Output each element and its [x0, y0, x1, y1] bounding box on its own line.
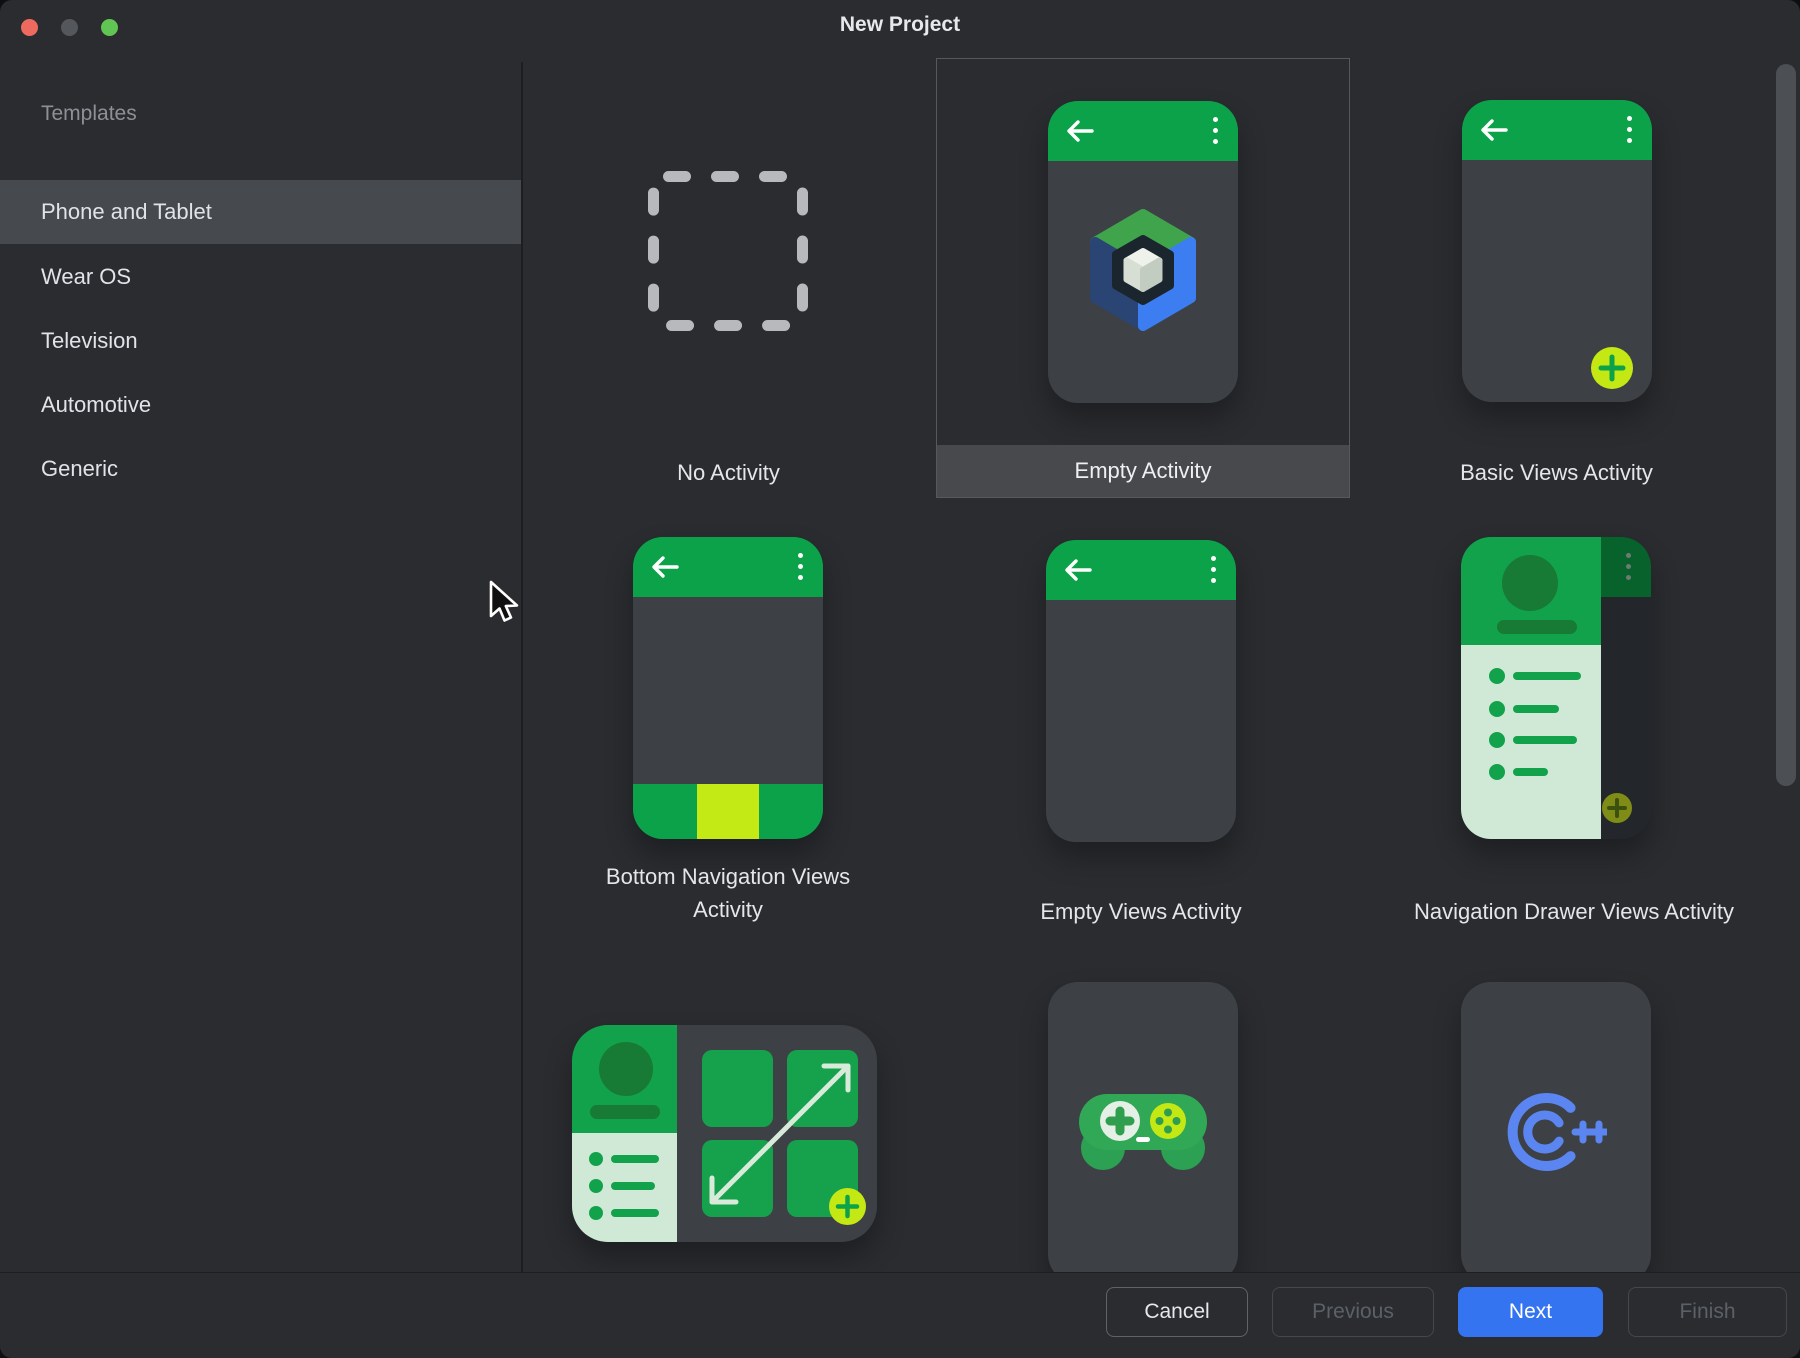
selected-template-label: Empty Activity: [937, 445, 1349, 497]
templates-header: Templates: [41, 102, 137, 126]
fab-plus-icon: [829, 1188, 866, 1225]
mouse-cursor-icon: [487, 580, 525, 624]
sidebar-divider: [521, 62, 523, 1272]
username-placeholder: [1497, 620, 1577, 634]
template-card-label: Bottom Navigation Views Activity: [588, 860, 868, 926]
template-card-label: Empty Views Activity: [951, 895, 1331, 928]
game-controller-icon: [1076, 1090, 1210, 1172]
native-cpp-phone-preview: [1461, 982, 1651, 1284]
template-card-no-activity[interactable]: No Activity: [536, 58, 921, 498]
sidebar-item-label: Phone and Tablet: [41, 199, 212, 225]
kebab-menu-icon: [798, 553, 803, 580]
template-card-label: Basic Views Activity: [1364, 456, 1749, 489]
template-card-basic-views-activity[interactable]: Basic Views Activity: [1364, 58, 1749, 498]
kebab-menu-icon: [1211, 556, 1216, 583]
primary-detail-preview: [572, 1025, 877, 1242]
template-card-label: No Activity: [536, 456, 921, 489]
next-button[interactable]: Next: [1458, 1287, 1603, 1337]
cancel-button[interactable]: Cancel: [1106, 1287, 1248, 1337]
template-card-navigation-drawer-views-activity[interactable]: Navigation Drawer Views Activity: [1364, 522, 1784, 942]
drawer-menu: [1461, 645, 1601, 839]
kebab-menu-icon: [1626, 553, 1631, 580]
template-card-label: Navigation Drawer Views Activity: [1364, 895, 1784, 928]
sidebar-item-wear-os[interactable]: Wear OS: [0, 245, 521, 309]
avatar: [599, 1042, 653, 1096]
drawer-header: [1461, 537, 1601, 645]
finish-button[interactable]: Finish: [1628, 1287, 1787, 1337]
sidebar-item-label: Automotive: [41, 392, 151, 418]
app-bar: [1462, 100, 1652, 160]
list-header: [572, 1025, 677, 1133]
fab-plus-icon: [1591, 347, 1633, 389]
cpp-logo-icon: [1507, 1090, 1607, 1174]
sidebar-item-label: Wear OS: [41, 264, 131, 290]
kebab-menu-icon: [1627, 116, 1632, 143]
sidebar-item-generic[interactable]: Generic: [0, 437, 521, 501]
app-bar: [633, 537, 823, 597]
template-card-empty-activity[interactable]: Empty Activity: [936, 58, 1350, 498]
navigation-drawer-phone-preview: [1461, 537, 1651, 839]
fab-plus-icon-dimmed: [1602, 793, 1632, 823]
back-arrow-icon: [1064, 116, 1096, 146]
back-arrow-icon: [1478, 115, 1510, 145]
kebab-menu-icon: [1213, 117, 1218, 144]
list-panel: [572, 1133, 677, 1242]
jetpack-compose-logo: [1081, 204, 1205, 336]
avatar: [1502, 555, 1558, 611]
sidebar-item-phone-and-tablet[interactable]: Phone and Tablet: [0, 180, 521, 244]
back-arrow-icon: [649, 552, 681, 582]
username-placeholder: [590, 1105, 660, 1119]
navigation-drawer-panel: [1461, 537, 1601, 839]
template-card-bottom-navigation-views-activity[interactable]: Bottom Navigation Views Activity: [536, 522, 921, 942]
empty-activity-phone-preview: [1048, 101, 1238, 403]
dialog-footer: Cancel Previous Next Finish: [0, 1272, 1800, 1358]
back-arrow-icon: [1062, 555, 1094, 585]
template-card-empty-views-activity[interactable]: Empty Views Activity: [951, 522, 1331, 942]
sidebar-item-label: Generic: [41, 456, 118, 482]
sidebar-item-label: Television: [41, 328, 138, 354]
empty-views-phone-preview: [1046, 540, 1236, 842]
bottom-navigation-phone-preview: [633, 537, 823, 839]
sidebar-item-television[interactable]: Television: [0, 309, 521, 373]
bottom-navigation-bar: [633, 784, 823, 839]
app-bar: [1046, 540, 1236, 600]
game-activity-phone-preview: [1048, 982, 1238, 1284]
no-activity-dashed-square-icon: [643, 166, 813, 336]
selected-nav-segment: [697, 784, 759, 839]
basic-views-phone-preview: [1462, 100, 1652, 402]
app-bar: [1048, 101, 1238, 161]
new-project-dialog: New Project Templates Phone and Tablet W…: [0, 0, 1800, 1358]
sidebar-item-automotive[interactable]: Automotive: [0, 373, 521, 437]
previous-button[interactable]: Previous: [1272, 1287, 1434, 1337]
vertical-scrollbar-thumb[interactable]: [1776, 64, 1796, 786]
page-title: New Project: [0, 13, 1800, 37]
